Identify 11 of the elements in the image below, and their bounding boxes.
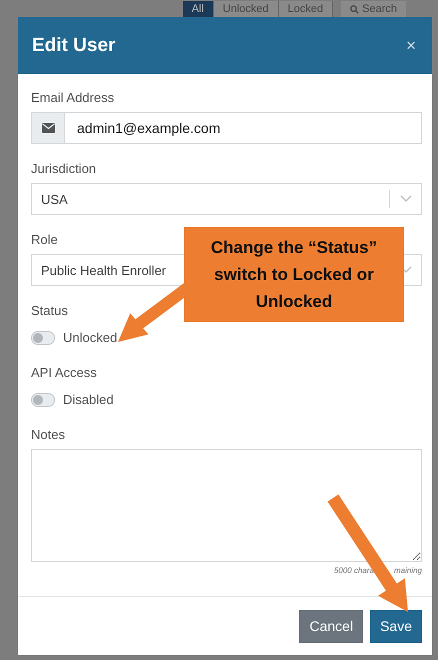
character-counter: maining	[394, 566, 422, 575]
field-label: Email Address	[31, 90, 116, 105]
dialog-title: Edit User	[32, 34, 116, 56]
toggle-label: Disabled	[63, 392, 114, 407]
toggle-label: Unlocked	[63, 330, 118, 345]
field-label: API Access	[31, 365, 98, 380]
field-label: Jurisdiction	[31, 161, 98, 176]
field-label: Status	[31, 303, 69, 318]
character-counter: 5000 chara	[334, 566, 374, 575]
instruction-tooltip: Change the “Status” switch to Locked or Unlocked	[184, 227, 404, 322]
field-label: Notes	[31, 427, 66, 442]
